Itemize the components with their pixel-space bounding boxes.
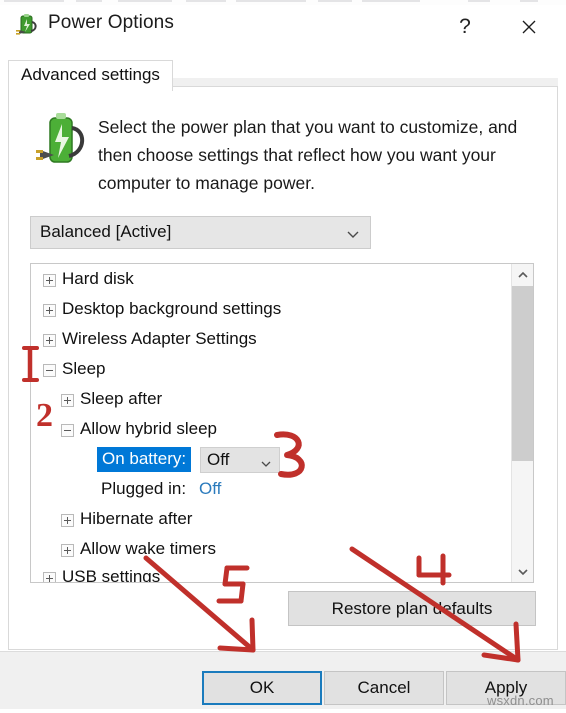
cancel-button[interactable]: Cancel <box>324 671 444 705</box>
tree-row-label: Allow hybrid sleep <box>80 419 218 438</box>
expand-icon[interactable] <box>61 394 74 407</box>
help-button[interactable]: ? <box>443 11 487 43</box>
title-bar: Power Options ? <box>0 5 566 49</box>
chevron-down-icon <box>346 227 360 241</box>
tree-row-label: Allow wake timers <box>80 539 217 558</box>
expand-icon[interactable] <box>43 274 56 287</box>
battery-plug-icon <box>36 110 88 172</box>
expand-icon[interactable] <box>43 334 56 347</box>
on-battery-label: On battery: <box>97 447 192 472</box>
tree-row-label: Wireless Adapter Settings <box>62 329 257 348</box>
power-plan-select[interactable]: Balanced [Active] <box>30 216 371 249</box>
description-text: Select the power plan that you want to c… <box>98 117 518 193</box>
expand-icon[interactable] <box>43 304 56 317</box>
dialog-footer: OK Cancel Apply <box>0 651 566 709</box>
plugged-in-value[interactable]: Off <box>199 479 221 499</box>
power-options-dialog: Power Options ? Advanced settings Select… <box>0 5 566 709</box>
window-title: Power Options <box>48 12 174 33</box>
watermark: wsxdn.com <box>487 693 554 708</box>
expand-icon[interactable] <box>61 544 74 557</box>
power-plan-selected-value: Balanced [Active] <box>40 222 172 241</box>
close-icon[interactable] <box>507 11 551 43</box>
scrollbar-thumb[interactable] <box>512 286 533 461</box>
tree-row-label: Hard disk <box>62 269 134 288</box>
tree-row-label: Sleep <box>62 359 106 378</box>
tree-viewport: Hard disk Desktop background settings Wi… <box>31 264 511 582</box>
tree-row-label: USB settings <box>62 567 161 582</box>
power-plug-battery-icon <box>14 13 40 39</box>
tree-row-label: Desktop background settings <box>62 299 282 318</box>
plugged-in-label: Plugged in: <box>101 479 187 498</box>
chevron-down-icon <box>260 455 272 467</box>
tree-row-label: Sleep after <box>80 389 163 408</box>
tree-scrollbar[interactable] <box>511 264 533 582</box>
scroll-up-arrow-icon[interactable] <box>512 264 533 285</box>
scroll-down-arrow-icon[interactable] <box>512 561 533 582</box>
collapse-icon[interactable] <box>43 364 56 377</box>
expand-icon[interactable] <box>61 514 74 527</box>
ok-button[interactable]: OK <box>202 671 322 705</box>
tree-row-label: Hibernate after <box>80 509 193 528</box>
tab-strip: Advanced settings <box>8 52 558 91</box>
advanced-settings-tree[interactable]: Hard disk Desktop background settings Wi… <box>30 263 534 583</box>
collapse-icon[interactable] <box>61 424 74 437</box>
on-battery-value: Off <box>207 450 230 469</box>
expand-icon[interactable] <box>43 572 56 582</box>
restore-plan-defaults-button[interactable]: Restore plan defaults <box>288 591 536 626</box>
tab-advanced-settings[interactable]: Advanced settings <box>8 60 173 91</box>
on-battery-dropdown[interactable]: Off <box>200 447 280 473</box>
